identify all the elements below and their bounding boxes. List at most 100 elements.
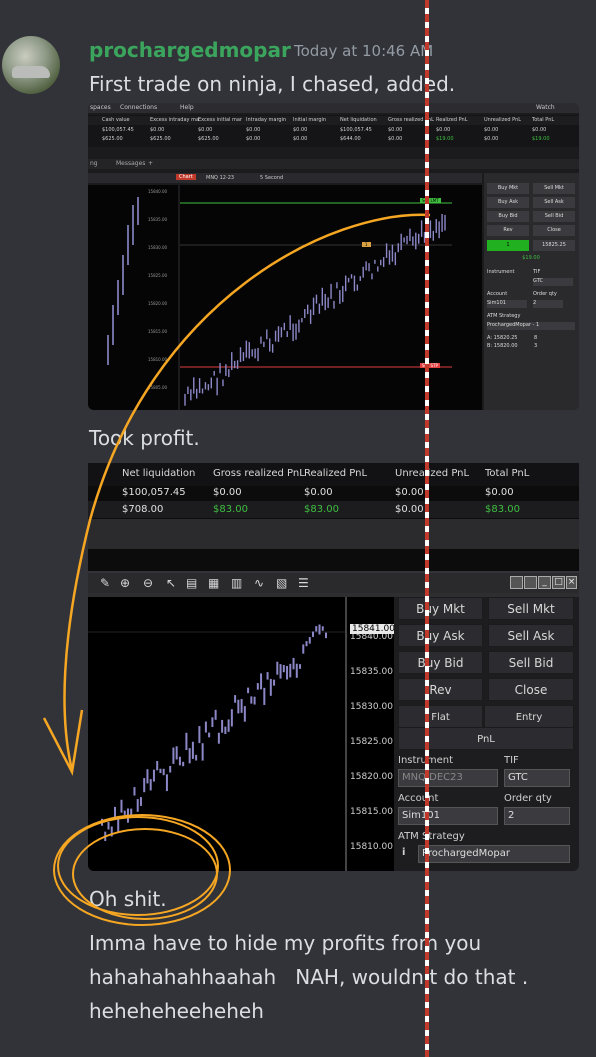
list-icon[interactable]: ☰ <box>298 576 309 590</box>
col-header: Total PnL <box>485 468 530 479</box>
tile-icon[interactable] <box>510 576 523 589</box>
tif-select[interactable]: GTC <box>533 278 573 286</box>
cell: $100,057.45 <box>122 487 186 498</box>
strategy-icon[interactable]: ▧ <box>276 576 287 590</box>
sell-bid-button[interactable]: Sell Bid <box>533 211 575 222</box>
data-box-icon[interactable]: ▦ <box>208 576 219 590</box>
tick-label: 15810.00 <box>148 357 168 362</box>
atm-label: ATM Strategy <box>398 831 465 842</box>
tick-label: 15830.00 <box>148 245 168 250</box>
close-button[interactable]: Close <box>533 225 575 236</box>
mini-chart[interactable]: 15840.00 15835.00 15830.00 15825.00 1582… <box>88 185 178 410</box>
menu-item: Connections <box>120 104 158 111</box>
price-chart[interactable]: 15840.00 15835.00 15830.00 15825.00 1582… <box>88 597 397 871</box>
screenshot-accounts[interactable]: Net liquidation Gross realized PnL Reali… <box>88 463 579 571</box>
maximize-icon[interactable]: □ <box>552 576 565 589</box>
buy-mkt-button[interactable]: Buy Mkt <box>398 597 483 620</box>
sell-mkt-button[interactable]: Sell Mkt <box>533 183 575 194</box>
zoom-in-icon[interactable]: ⊕ <box>120 576 130 590</box>
menu-item: spaces <box>90 104 111 111</box>
instrument-select[interactable]: MNQ 12-23 <box>206 175 234 181</box>
cell: $0.00 <box>246 127 261 133</box>
main-chart[interactable]: Sell LMT Sell STP 1 <box>180 185 482 410</box>
rev-button[interactable]: Rev <box>398 678 483 701</box>
info-icon[interactable]: i <box>402 847 405 858</box>
instrument-select[interactable]: MNQ DEC23 <box>398 769 498 787</box>
annotation-arrowhead <box>42 709 84 776</box>
cursor-icon[interactable]: ↖ <box>166 576 176 590</box>
tif-select[interactable]: GTC <box>504 769 570 787</box>
sell-ask-button[interactable]: Sell Ask <box>533 197 575 208</box>
qty-input[interactable]: 2 <box>533 300 563 308</box>
buy-bid-button[interactable]: Buy Bid <box>398 651 483 674</box>
cell: $0.00 <box>304 487 333 498</box>
zoom-out-icon[interactable]: ⊖ <box>143 576 153 590</box>
bar-chart-icon[interactable]: ▥ <box>231 576 242 590</box>
table-row[interactable]: $100,057.45 $0.00 $0.00 $0.00 $0.00 <box>88 484 579 501</box>
sell-mkt-button[interactable]: Sell Mkt <box>488 597 574 620</box>
sell-stp-flag[interactable]: Sell STP <box>420 363 440 368</box>
add-tab-button[interactable]: + <box>148 160 153 167</box>
screenshot-chart-profit[interactable]: ✎ ⊕ ⊖ ↖ ▤ ▦ ▥ ∿ ▧ ☰ _ □ × 15840.00 15835… <box>88 573 579 871</box>
cell: $644.00 <box>340 136 361 142</box>
account-label: Account <box>487 291 508 297</box>
atm-select[interactable]: ProchargedMopar <box>418 845 570 863</box>
tick-label: 15820.00 <box>148 301 168 306</box>
close-button[interactable]: Close <box>488 678 574 701</box>
chart-tab[interactable]: Chart <box>176 174 196 180</box>
table-row[interactable]: $708.00 $83.00 $83.00 $0.00 $83.00 <box>88 501 579 518</box>
restore-icon[interactable] <box>524 576 537 589</box>
grid-footer <box>88 519 579 549</box>
avatar[interactable] <box>2 36 60 94</box>
ask-quote: A: 15820.25 <box>487 335 518 341</box>
tab-messages[interactable]: Messages <box>116 160 145 167</box>
message-text: Oh shit. <box>89 887 167 911</box>
account-select[interactable]: Sim101 <box>487 300 527 308</box>
table-row[interactable]: $625.00 $625.00 $625.00 $0.00 $0.00 $644… <box>88 135 579 144</box>
position-price: 15825.25 <box>533 240 575 251</box>
buy-ask-button[interactable]: Buy Ask <box>398 624 483 647</box>
buy-mkt-button[interactable]: Buy Mkt <box>487 183 529 194</box>
col-header: Cash value <box>102 117 130 123</box>
username[interactable]: prochargedmopar <box>89 38 291 62</box>
table-row[interactable]: $100,057.45 $0.00 $0.00 $0.00 $0.00 $100… <box>88 126 579 135</box>
pencil-icon[interactable]: ✎ <box>100 576 110 590</box>
tab[interactable]: ng <box>90 160 98 167</box>
watch-button: Watch <box>536 104 555 111</box>
rev-button[interactable]: Rev <box>487 225 529 236</box>
cell: $0.00 <box>293 136 308 142</box>
col-header: Unrealized PnL <box>395 468 470 479</box>
sell-lmt-flag[interactable]: Sell LMT <box>420 198 441 203</box>
bid-size: 3 <box>534 343 538 349</box>
properties-icon[interactable]: ▤ <box>186 576 197 590</box>
cell: $0.00 <box>395 487 424 498</box>
cell: $0.00 <box>150 127 165 133</box>
chart-trader-panel: Buy Mkt Sell Mkt Buy Ask Sell Ask Buy Bi… <box>394 597 579 871</box>
position-flag[interactable]: 1 <box>362 242 371 247</box>
sell-bid-button[interactable]: Sell Bid <box>488 651 574 674</box>
cell: $708.00 <box>122 504 164 515</box>
atm-select[interactable]: ProchargedMopar - 1 <box>487 322 575 330</box>
col-header: Excess intraday ma <box>150 117 200 123</box>
col-header: Unrealized PnL <box>484 117 522 123</box>
indicator-icon[interactable]: ∿ <box>254 576 264 590</box>
cell: $0.00 <box>213 487 242 498</box>
grid-header: Net liquidation Gross realized PnL Reali… <box>88 463 579 486</box>
buy-ask-button[interactable]: Buy Ask <box>487 197 529 208</box>
cell: $100,057.45 <box>102 127 134 133</box>
screenshot-trade-entry[interactable]: spaces Connections Help Watch Cash value… <box>88 103 579 410</box>
close-icon[interactable]: × <box>566 576 577 589</box>
tick-label: 15835.00 <box>350 667 393 677</box>
tick-label: 15840.00 <box>148 189 168 194</box>
qty-stepper[interactable]: 2 <box>504 807 570 825</box>
interval-select[interactable]: 5 Second <box>260 175 283 181</box>
grid-header: Cash value Excess intraday ma Excess ini… <box>88 116 579 125</box>
buy-bid-button[interactable]: Buy Bid <box>487 211 529 222</box>
account-select[interactable]: Sim101 <box>398 807 498 825</box>
pnl-indicator: PnL <box>398 727 574 750</box>
menu-bar: spaces Connections Help Watch <box>88 103 579 113</box>
sell-ask-button[interactable]: Sell Ask <box>488 624 574 647</box>
message-text: First trade on ninja, I chased, added. <box>89 72 456 96</box>
minimize-icon[interactable]: _ <box>538 576 551 589</box>
cell: $83.00 <box>213 504 248 515</box>
